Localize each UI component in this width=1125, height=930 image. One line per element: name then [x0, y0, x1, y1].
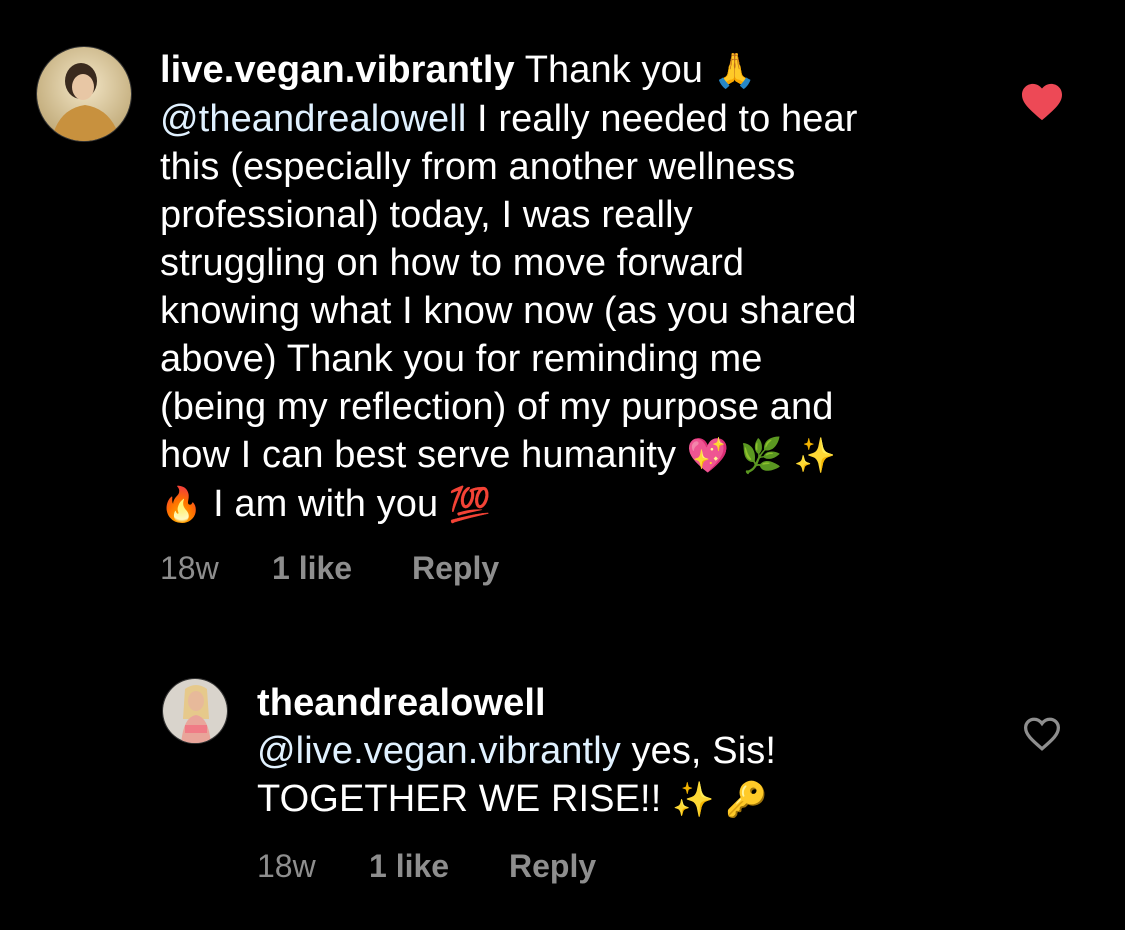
comment-line: @live.vegan.vibrantly yes, Sis!: [257, 727, 997, 775]
username[interactable]: theandrealowell: [257, 682, 546, 724]
comment-text-segment: I am with you: [202, 483, 449, 525]
comment-text-segment: TOGETHER WE RISE!!: [257, 778, 673, 820]
heart-filled-icon-svg: [1022, 83, 1062, 121]
timestamp: 18w: [257, 848, 316, 884]
emoji-group: 💖 🌿 ✨: [686, 436, 836, 476]
comment-line: how I can best serve humanity 💖 🌿 ✨: [160, 431, 980, 480]
likes-count[interactable]: 1 like: [272, 550, 412, 587]
comment-text: theandrealowell @live.vegan.vibrantly ye…: [257, 679, 997, 824]
comment-meta: 18w 1 like Reply: [160, 550, 499, 587]
comment-meta: 18w 1 like Reply: [257, 848, 596, 885]
hundred-emoji: 💯: [448, 485, 492, 525]
comment-text: live.vegan.vibrantly Thank you 🙏 @theand…: [160, 46, 980, 529]
comment-line: this (especially from another wellness: [160, 146, 796, 188]
heart-outline-icon[interactable]: [1022, 716, 1062, 752]
comment-line: professional) today, I was really: [160, 194, 693, 236]
mention-link[interactable]: @theandrealowell: [160, 98, 466, 140]
avatar[interactable]: [162, 678, 228, 744]
mention-link[interactable]: @live.vegan.vibrantly: [257, 730, 621, 772]
heart-outline-icon-svg: [1023, 717, 1061, 751]
reply-button[interactable]: Reply: [509, 848, 596, 885]
comment-text-segment: Thank you: [524, 49, 714, 91]
heart-filled-icon[interactable]: [1020, 82, 1064, 122]
reply-button[interactable]: Reply: [412, 550, 499, 587]
comment-line: TOGETHER WE RISE!! ✨ 🔑: [257, 775, 997, 824]
sparkles-key-emoji: ✨ 🔑: [672, 780, 768, 820]
comment-line: @theandrealowell I really needed to hear: [160, 95, 980, 143]
comment-text-segment: how I can best serve humanity: [160, 434, 687, 476]
comment-line: knowing what I know now (as you shared: [160, 290, 857, 332]
comment-line: (being my reflection) of my purpose and: [160, 386, 834, 428]
avatar-image: [163, 679, 227, 743]
comment-line: theandrealowell: [257, 679, 997, 727]
pray-emoji: 🙏: [713, 51, 757, 91]
timestamp: 18w: [160, 550, 219, 586]
comment-text-segment: I really needed to hear: [466, 98, 858, 140]
comment-line: live.vegan.vibrantly Thank you 🙏: [160, 46, 980, 95]
comment-line: struggling on how to move forward: [160, 242, 745, 284]
username[interactable]: live.vegan.vibrantly: [160, 49, 515, 91]
likes-count[interactable]: 1 like: [369, 848, 509, 885]
comment-line: 🔥 I am with you 💯: [160, 480, 980, 529]
avatar[interactable]: [36, 46, 132, 142]
avatar-image: [37, 47, 131, 141]
comment-text-segment: yes, Sis!: [620, 730, 776, 772]
comment-line: above) Thank you for reminding me: [160, 338, 763, 380]
fire-emoji: 🔥: [160, 485, 203, 525]
